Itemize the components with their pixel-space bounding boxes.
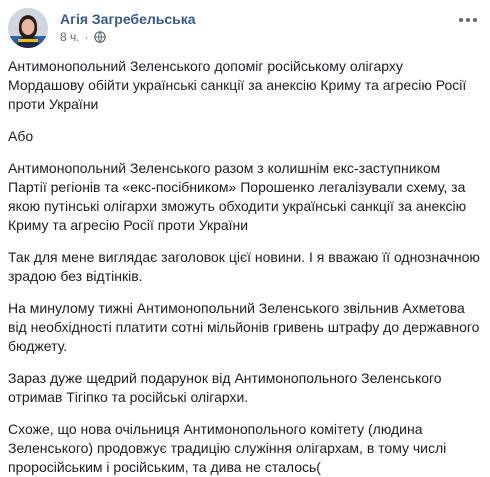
post-paragraph: Зараз дуже щедрий подарунок від Антимоно… <box>8 370 442 405</box>
post-meta: 8 ч. · <box>60 30 106 44</box>
more-options-icon[interactable] <box>456 12 480 28</box>
post-header: Агія Загребельська 8 ч. · <box>8 8 482 48</box>
post-paragraph: Так для мене виглядає заголовок цієї нов… <box>8 249 480 284</box>
avatar[interactable] <box>8 8 48 48</box>
facebook-post: Агія Загребельська 8 ч. · Антимонопольни… <box>0 0 490 475</box>
author-name[interactable]: Агія Загребельська <box>60 11 196 27</box>
post-paragraph: Або <box>8 128 34 144</box>
avatar-image <box>8 8 48 48</box>
post-paragraph: Схоже, що нова очільниця Антимонопольног… <box>8 421 447 475</box>
post-paragraph: На минулому тижні Антимонопольний Зеленс… <box>8 300 480 354</box>
post-paragraph: Антимонопольний Зеленського разом з коли… <box>8 160 467 233</box>
post-text: Антимонопольний Зеленського допоміг росі… <box>8 57 482 477</box>
post-paragraph: Антимонопольний Зеленського допоміг росі… <box>8 58 467 112</box>
meta-separator: · <box>84 30 89 44</box>
globe-icon[interactable] <box>93 31 106 43</box>
post-time[interactable]: 8 ч. <box>60 30 80 44</box>
